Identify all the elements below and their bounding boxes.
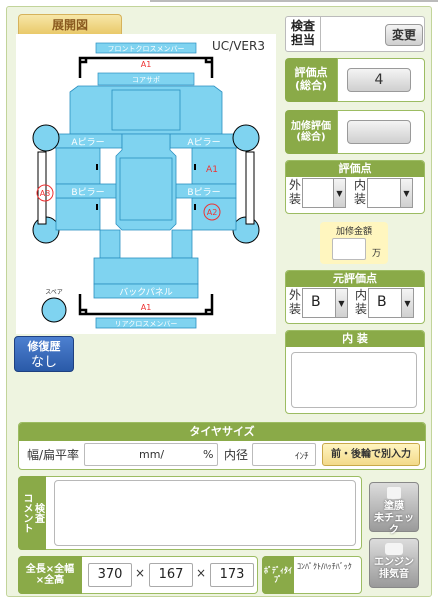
right-side-sill[interactable] xyxy=(245,151,255,225)
orig-exterior-label: 外 装 xyxy=(289,288,302,316)
repair-amount-unit: 万 xyxy=(372,249,382,259)
tire-inner-label: 内径 xyxy=(224,448,249,462)
chevron-down-icon: ▼ xyxy=(401,289,413,317)
right-a2-mark: A2 xyxy=(207,208,218,217)
tire-split-button[interactable]: 前・後輪で別入力 xyxy=(322,443,420,466)
tire-width-label: 幅/扁平率 xyxy=(27,448,80,462)
front-left-door[interactable] xyxy=(55,147,101,185)
marker-fr xyxy=(194,164,196,170)
left-a3-mark: A3 xyxy=(40,189,51,198)
times-sign-2: × xyxy=(196,566,207,580)
roof-panel[interactable] xyxy=(119,157,173,221)
a-pillar-left-label: Aピラー xyxy=(71,137,104,148)
inspector-change-button[interactable]: 変更 xyxy=(385,24,423,46)
right-a1-mark: A1 xyxy=(206,165,218,175)
b-pillar-left-label: Bピラー xyxy=(71,187,104,198)
tire-inner-input[interactable]: ｲﾝﾁ xyxy=(252,443,316,466)
body-type-value: ｺﾝﾊﾟｸﾄ/ﾊｯﾁﾊﾞｯｸ xyxy=(297,562,352,571)
score-button[interactable]: 4 xyxy=(347,68,411,92)
score-label: 評価点 (総合) xyxy=(285,58,337,102)
comment-label: 検査 コメント xyxy=(18,476,46,550)
eval-interior-select[interactable]: ▼ xyxy=(367,178,413,208)
eval-exterior-label: 外 装 xyxy=(289,178,302,206)
engine-sound-button[interactable]: エンジン 排気音 xyxy=(369,538,419,588)
front-panel-part[interactable] xyxy=(111,89,181,131)
dimensions-label: 全長×全幅 ×全高 xyxy=(18,556,82,594)
front-right-wheel[interactable] xyxy=(232,124,260,152)
tire-width-input[interactable]: mm/ % xyxy=(84,443,218,466)
eval-exterior-select[interactable]: ▼ xyxy=(302,178,346,208)
marker-rr xyxy=(194,204,196,210)
rear-damage-mark: A1 xyxy=(141,303,152,312)
chevron-down-icon: ▼ xyxy=(335,289,347,317)
repair-score-label: 加修評価 (総合) xyxy=(285,110,337,154)
rear-left-door[interactable] xyxy=(55,197,101,231)
car-diagram-svg: UC/VER3 フロントクロスメンバー A1 コアサポ Aピラー Aピラー Bピ… xyxy=(32,39,265,329)
tire-inch-unit: ｲﾝﾁ xyxy=(295,452,309,462)
core-support-label: コアサポ xyxy=(132,76,160,84)
rear-cross-member-label: リアクロスメンバー xyxy=(115,320,178,328)
repair-history-value: なし xyxy=(30,355,57,370)
spare-tire[interactable] xyxy=(41,297,67,323)
tire-mm-unit: mm/ xyxy=(139,448,165,461)
paint-check-button[interactable]: 塗膜 未チェック xyxy=(369,482,419,536)
top-border-line xyxy=(150,0,438,2)
tire-size-header: タイヤサイズ xyxy=(19,423,425,441)
engine-sound-label: エンジン 排気音 xyxy=(374,557,414,580)
length-input[interactable]: 370 xyxy=(88,563,132,587)
repair-history-button[interactable]: 修復歴 なし xyxy=(14,336,74,372)
c-pillar-right[interactable] xyxy=(171,229,193,259)
back-panel-label: バックパネル xyxy=(119,287,173,298)
orig-interior-select[interactable]: B ▼ xyxy=(368,288,414,318)
front-left-wheel[interactable] xyxy=(32,124,60,152)
diagram-tab[interactable]: 展開図 xyxy=(18,14,122,34)
car-diagram: UC/VER3 フロントクロスメンバー A1 コアサポ Aピラー Aピラー Bピ… xyxy=(16,34,276,334)
eval-interior-label: 内 装 xyxy=(354,178,367,206)
tire-pct-unit: % xyxy=(203,448,214,461)
repair-score-button[interactable] xyxy=(347,120,411,144)
comment-textarea[interactable] xyxy=(54,480,356,546)
chevron-down-icon: ▼ xyxy=(400,179,412,207)
paint-gun-icon xyxy=(387,487,401,499)
chevron-down-icon: ▼ xyxy=(333,179,345,207)
orig-interior-value: B xyxy=(377,294,387,310)
repair-amount-label: 加修金額 xyxy=(335,227,372,237)
marker-rl xyxy=(96,204,98,210)
spare-label: スペア xyxy=(45,289,63,296)
front-cross-member-label: フロントクロスメンバー xyxy=(108,45,185,53)
body-type-label: ﾎﾞﾃﾞｨﾀｲﾌﾟ xyxy=(262,556,294,594)
height-input[interactable]: 173 xyxy=(210,563,254,587)
a-pillar-right-label: Aピラー xyxy=(187,137,220,148)
front-damage-mark: A1 xyxy=(141,60,152,69)
original-evaluation-header: 元評価点 xyxy=(286,271,424,287)
width-input[interactable]: 167 xyxy=(149,563,193,587)
model-label: UC/VER3 xyxy=(212,39,265,53)
b-pillar-right-label: Bピラー xyxy=(187,187,220,198)
repair-history-label: 修復歴 xyxy=(27,340,61,353)
orig-exterior-value: B xyxy=(311,294,321,310)
orig-exterior-select[interactable]: B ▼ xyxy=(302,288,348,318)
evaluation-header: 評価点 xyxy=(286,161,424,177)
interior-notes-header: 内 装 xyxy=(286,331,424,347)
trunk-part[interactable] xyxy=(93,257,199,285)
c-pillar-left[interactable] xyxy=(99,229,121,259)
engine-icon xyxy=(385,543,403,555)
orig-interior-label: 内 装 xyxy=(355,288,368,316)
interior-notes-textarea[interactable] xyxy=(291,352,417,408)
times-sign-1: × xyxy=(135,566,146,580)
repair-amount-input[interactable] xyxy=(332,238,366,260)
inspector-label: 検査 担当 xyxy=(285,16,321,52)
paint-check-label: 塗膜 未チェック xyxy=(374,501,414,536)
marker-fl xyxy=(96,164,98,170)
